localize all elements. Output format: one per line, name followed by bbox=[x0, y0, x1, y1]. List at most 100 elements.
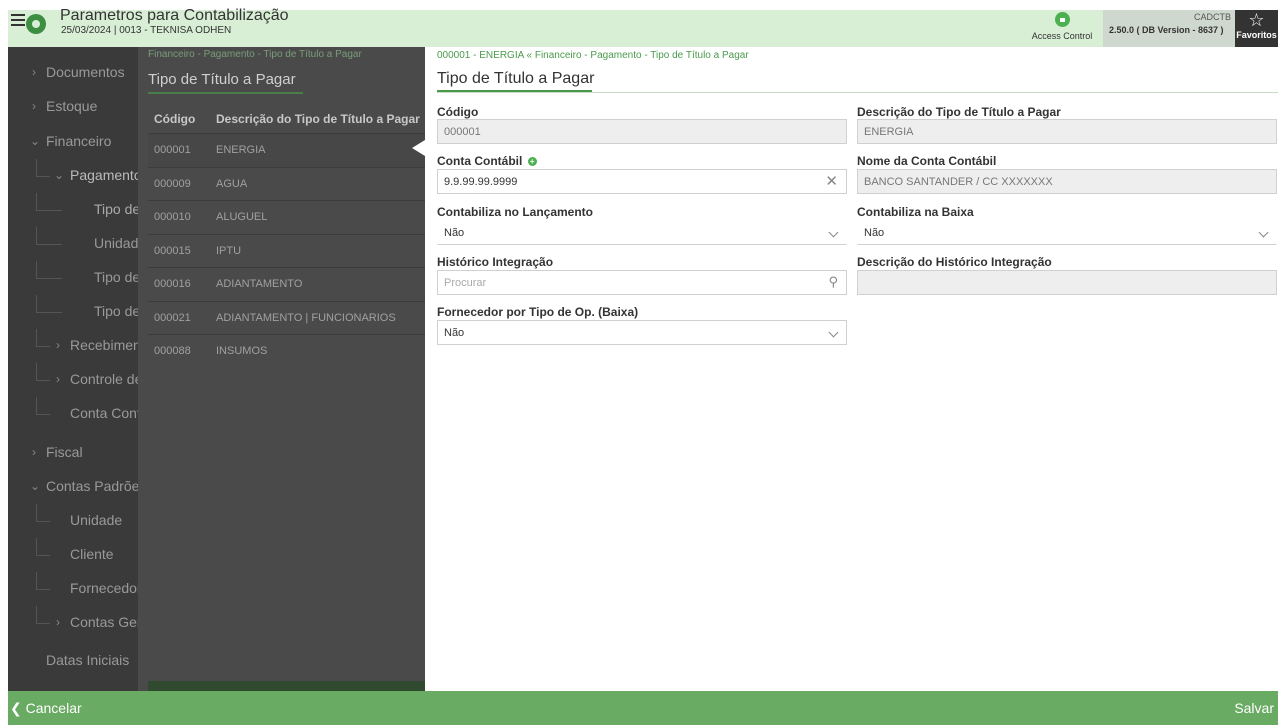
historico-placeholder: Procurar bbox=[444, 277, 487, 289]
add-circle-icon[interactable]: + bbox=[527, 157, 537, 166]
chevron-down-icon bbox=[828, 327, 839, 338]
sidebar-item-controle[interactable]: › Controle de bbox=[8, 363, 138, 397]
contabiliza-lancamento-select[interactable]: Não bbox=[437, 220, 847, 245]
app-subtitle: 25/03/2024 | 0013 - TEKNISA ODHEN bbox=[61, 25, 232, 36]
sidebar-item-label: Estoque bbox=[46, 98, 98, 114]
conta-contabil-label: Conta Contábil + bbox=[437, 154, 537, 168]
title-underline bbox=[148, 92, 303, 94]
codigo-label: Código bbox=[437, 105, 479, 119]
table-row[interactable]: 000021 ADIANTAMENTO | FUNCIONARIOS bbox=[148, 302, 425, 335]
sidebar-item-unidade[interactable]: Unidade bbox=[8, 227, 138, 261]
table-row[interactable]: 000010 ALUGUEL bbox=[148, 201, 425, 235]
sidebar-item-label: Documentos bbox=[46, 64, 125, 80]
descricao-historico-label: Descrição do Histórico Integração bbox=[857, 255, 1052, 269]
chevron-right-icon: › bbox=[32, 99, 36, 113]
row-code: 000001 bbox=[154, 144, 191, 156]
sidebar-item-label: Fiscal bbox=[46, 444, 83, 460]
sidebar-item-conta-contabil[interactable]: Conta Contábil bbox=[8, 397, 138, 431]
row-code: 000009 bbox=[154, 177, 191, 190]
sidebar-item-label: Datas Iniciais bbox=[46, 652, 130, 668]
sidebar-item-label: Tipo de Título a Pagar bbox=[94, 201, 138, 217]
chevron-right-icon: › bbox=[32, 65, 36, 79]
conta-contabil-value: 9.9.99.99.9999 bbox=[444, 176, 518, 188]
clear-icon[interactable]: ✕ bbox=[825, 172, 838, 190]
favorites-button[interactable]: ☆ Favoritos bbox=[1235, 10, 1278, 47]
navigation-sidebar: › Documentos › Estoque ⌄ Financeiro ⌄ Pa… bbox=[8, 47, 138, 691]
chevron-down-icon: ⌄ bbox=[30, 479, 41, 493]
sidebar-item-recebimento[interactable]: › Recebimento bbox=[8, 329, 138, 363]
row-desc: AGUA bbox=[216, 177, 248, 190]
row-code: 000010 bbox=[154, 211, 191, 223]
sidebar-item-contas-padroes[interactable]: ⌄ Contas Padrões bbox=[8, 470, 138, 504]
access-control-button[interactable]: Access Control bbox=[1026, 12, 1098, 45]
cancel-button[interactable]: ❮ Cancelar bbox=[10, 700, 82, 717]
chevron-right-icon: › bbox=[32, 445, 36, 459]
descricao-label: Descrição do Tipo de Título a Pagar bbox=[857, 105, 1061, 119]
row-desc: ENERGIA bbox=[216, 144, 266, 156]
chevron-down-icon bbox=[828, 227, 839, 238]
conta-contabil-input[interactable]: 9.9.99.99.9999 ✕ bbox=[437, 169, 847, 194]
form-breadcrumb[interactable]: 000001 - ENERGIA « Financeiro - Pagament… bbox=[437, 50, 749, 61]
table-row[interactable]: 000088 INSUMOS bbox=[148, 335, 425, 369]
descricao-field: ENERGIA bbox=[857, 119, 1277, 144]
chevron-down-icon bbox=[1258, 227, 1269, 238]
sidebar-item-tipo-titulo[interactable]: Tipo de Título a Pagar bbox=[8, 193, 138, 227]
contabiliza-baixa-label: Contabiliza na Baixa bbox=[857, 205, 974, 219]
detail-form: 000001 - ENERGIA « Financeiro - Pagament… bbox=[425, 47, 1278, 691]
sidebar-item-label: Cliente bbox=[70, 546, 114, 562]
row-code: 000088 bbox=[154, 345, 191, 357]
sidebar-item-tipo-de[interactable]: Tipo de bbox=[8, 261, 138, 295]
row-desc: ADIANTAMENTO bbox=[216, 278, 303, 290]
sidebar-item-label: Financeiro bbox=[46, 133, 112, 149]
table-row[interactable]: 000016 ADIANTAMENTO bbox=[148, 268, 425, 302]
version-box: CADCTB 2.50.0 ( DB Version - 8637 ) bbox=[1103, 10, 1235, 47]
menu-icon[interactable] bbox=[11, 14, 25, 28]
table-row[interactable]: 000015 IPTU bbox=[148, 235, 425, 268]
sidebar-item-unidade-padrao[interactable]: Unidade bbox=[8, 504, 138, 538]
row-code: 000016 bbox=[154, 278, 191, 290]
fornecedor-select[interactable]: Não bbox=[437, 320, 847, 345]
sidebar-item-contas-gerais[interactable]: › Contas Gerais bbox=[8, 606, 138, 640]
sidebar-item-label: Conta Contábil bbox=[70, 405, 138, 421]
chevron-down-icon: ⌄ bbox=[30, 134, 41, 148]
table-row[interactable]: 000009 AGUA bbox=[148, 168, 425, 201]
gear-logo-icon bbox=[26, 14, 46, 34]
sidebar-item-label: Recebimento bbox=[70, 337, 138, 353]
contabiliza-lancamento-label: Contabiliza no Lançamento bbox=[437, 205, 594, 219]
save-button[interactable]: Salvar bbox=[1234, 700, 1274, 716]
historico-search-input[interactable]: Procurar ⚲ bbox=[437, 270, 847, 295]
sidebar-item-estoque[interactable]: › Estoque bbox=[8, 90, 138, 124]
search-icon[interactable]: ⚲ bbox=[828, 274, 838, 290]
access-control-label: Access Control bbox=[1031, 31, 1093, 41]
sidebar-item-label: Unidade bbox=[94, 235, 138, 251]
list-breadcrumb: Financeiro - Pagamento - Tipo de Título … bbox=[148, 49, 362, 60]
contabiliza-baixa-value: Não bbox=[864, 227, 885, 239]
sidebar-item-documentos[interactable]: › Documentos bbox=[8, 56, 138, 90]
column-header-descricao[interactable]: Descrição do Tipo de Título a Pagar bbox=[216, 112, 420, 126]
sidebar-item-cliente[interactable]: Cliente bbox=[8, 538, 138, 572]
sidebar-item-datas-iniciais[interactable]: Datas Iniciais bbox=[8, 644, 138, 678]
table-header: Código Descrição do Tipo de Título a Pag… bbox=[148, 104, 425, 134]
app-title: Parametros para Contabilização bbox=[60, 7, 289, 24]
sidebar-item-financeiro[interactable]: ⌄ Financeiro bbox=[8, 125, 138, 159]
sidebar-item-tipo-de-2[interactable]: Tipo de bbox=[8, 295, 138, 329]
contabiliza-baixa-select[interactable]: Não bbox=[857, 220, 1277, 245]
sidebar-item-pagamento[interactable]: ⌄ Pagamento bbox=[8, 159, 138, 193]
sidebar-item-label: Pagamento bbox=[70, 167, 138, 183]
selection-pointer bbox=[412, 140, 425, 156]
lock-icon bbox=[1054, 12, 1070, 27]
title-underline bbox=[437, 90, 592, 92]
fornecedor-value: Não bbox=[444, 327, 465, 339]
row-code: 000015 bbox=[154, 244, 191, 257]
row-desc: ADIANTAMENTO | FUNCIONARIOS bbox=[216, 311, 396, 324]
sidebar-item-fornecedor[interactable]: Fornecedor bbox=[8, 572, 138, 606]
contabiliza-lancamento-value: Não bbox=[444, 227, 465, 239]
table-row[interactable]: 000001 ENERGIA bbox=[148, 134, 425, 168]
sidebar-item-label: Unidade bbox=[70, 512, 123, 528]
star-icon: ☆ bbox=[1248, 10, 1265, 30]
top-header: Parametros para Contabilização 25/03/202… bbox=[8, 7, 1278, 47]
column-header-codigo[interactable]: Código bbox=[154, 112, 195, 126]
list-bottom-bar bbox=[148, 681, 425, 691]
sidebar-item-fiscal[interactable]: › Fiscal bbox=[8, 436, 138, 470]
sidebar-item-label: Fornecedor bbox=[70, 580, 138, 596]
